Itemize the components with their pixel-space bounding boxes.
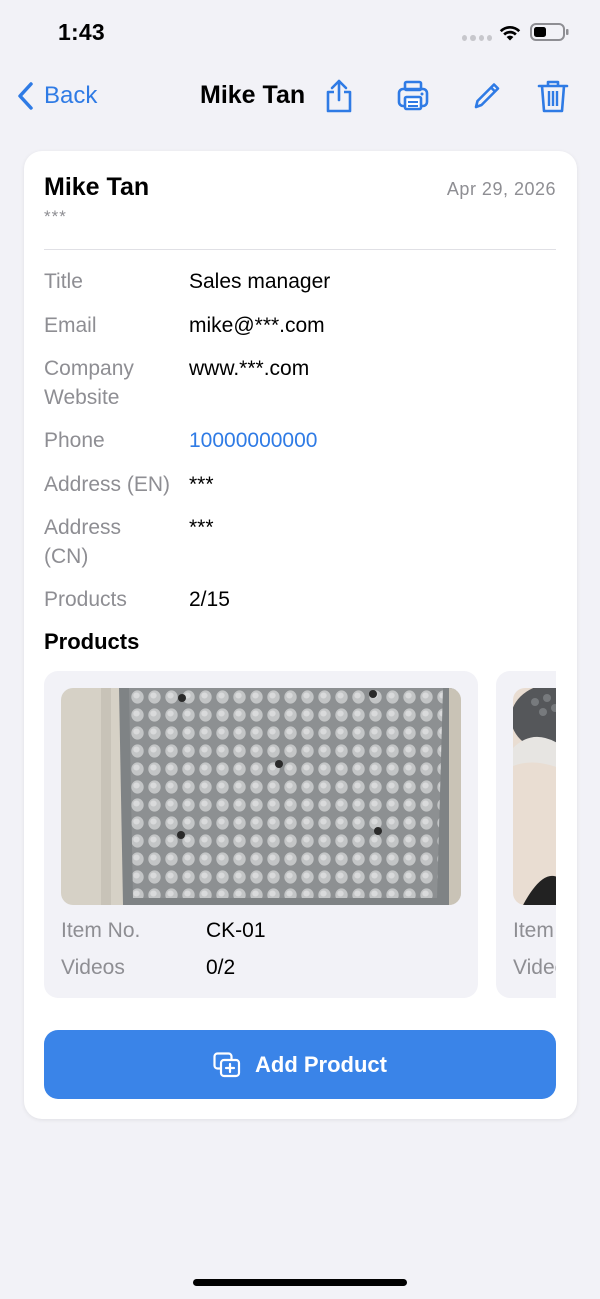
- product-card[interactable]: Item No. Videos: [496, 671, 556, 998]
- field-value-address-cn: ***: [189, 516, 214, 539]
- field-label-title: Title: [44, 270, 83, 293]
- add-product-label: Add Product: [255, 1051, 387, 1077]
- navigation-bar: Back Mike Tan: [0, 64, 600, 128]
- field-value-title: Sales manager: [189, 270, 331, 293]
- item-no-label: Item No.: [513, 919, 556, 942]
- battery-icon: [530, 22, 570, 42]
- videos-value: 0/2: [206, 956, 236, 979]
- item-no-value: CK-01: [206, 919, 266, 942]
- field-value-email: mike@***.com: [189, 314, 325, 337]
- back-button[interactable]: Back: [16, 78, 97, 114]
- contact-card: Mike Tan Apr 29, 2026 *** Title Sales ma…: [24, 151, 577, 1119]
- field-label-email: Email: [44, 314, 97, 337]
- contact-subtitle: ***: [44, 207, 67, 226]
- product-photo: [61, 688, 461, 905]
- share-icon[interactable]: [319, 76, 359, 116]
- print-icon[interactable]: [393, 76, 433, 116]
- products-carousel[interactable]: Item No. CK-01 Videos 0/2 Item Vide: [44, 671, 556, 998]
- wifi-icon: [498, 22, 522, 42]
- field-label-address-cn: Address (CN): [44, 516, 122, 568]
- product-photo: [513, 688, 556, 905]
- field-label-phone: Phone: [44, 429, 105, 452]
- field-value-products: 2/15: [189, 588, 230, 611]
- field-label-products: Products: [44, 588, 127, 611]
- field-value-website: www.***.com: [189, 357, 310, 380]
- phone-link[interactable]: 10000000000: [189, 426, 317, 455]
- trash-icon[interactable]: [533, 76, 573, 116]
- status-bar: 1:43: [0, 0, 600, 64]
- divider: [44, 249, 556, 250]
- products-section-title: Products: [44, 629, 140, 654]
- signal-icon: [462, 35, 492, 41]
- item-no-label: Item No.: [61, 919, 141, 942]
- back-label: Back: [44, 82, 98, 109]
- product-card[interactable]: Item No. CK-01 Videos 0/2: [44, 671, 478, 998]
- nav-title: Mike Tan: [200, 81, 306, 109]
- videos-label: Videos: [513, 956, 556, 979]
- edit-icon[interactable]: [465, 76, 505, 116]
- contact-name: Mike Tan: [44, 173, 150, 201]
- contact-date: Apr 29, 2026: [446, 179, 556, 199]
- field-value-address-en: ***: [189, 473, 214, 496]
- field-label-website: Company Website: [44, 357, 134, 409]
- add-photo-icon: [213, 1051, 241, 1077]
- contact-detail-screen: 1:43 Back Mike Tan Mike Tan Apr 29, 2026…: [0, 0, 600, 1299]
- add-product-button[interactable]: Add Product: [44, 1030, 556, 1099]
- field-label-address-en: Address (EN): [44, 473, 171, 496]
- videos-label: Videos: [61, 956, 125, 979]
- home-indicator[interactable]: [193, 1279, 407, 1286]
- status-time: 1:43: [58, 19, 105, 45]
- chevron-left-icon: [18, 82, 33, 110]
